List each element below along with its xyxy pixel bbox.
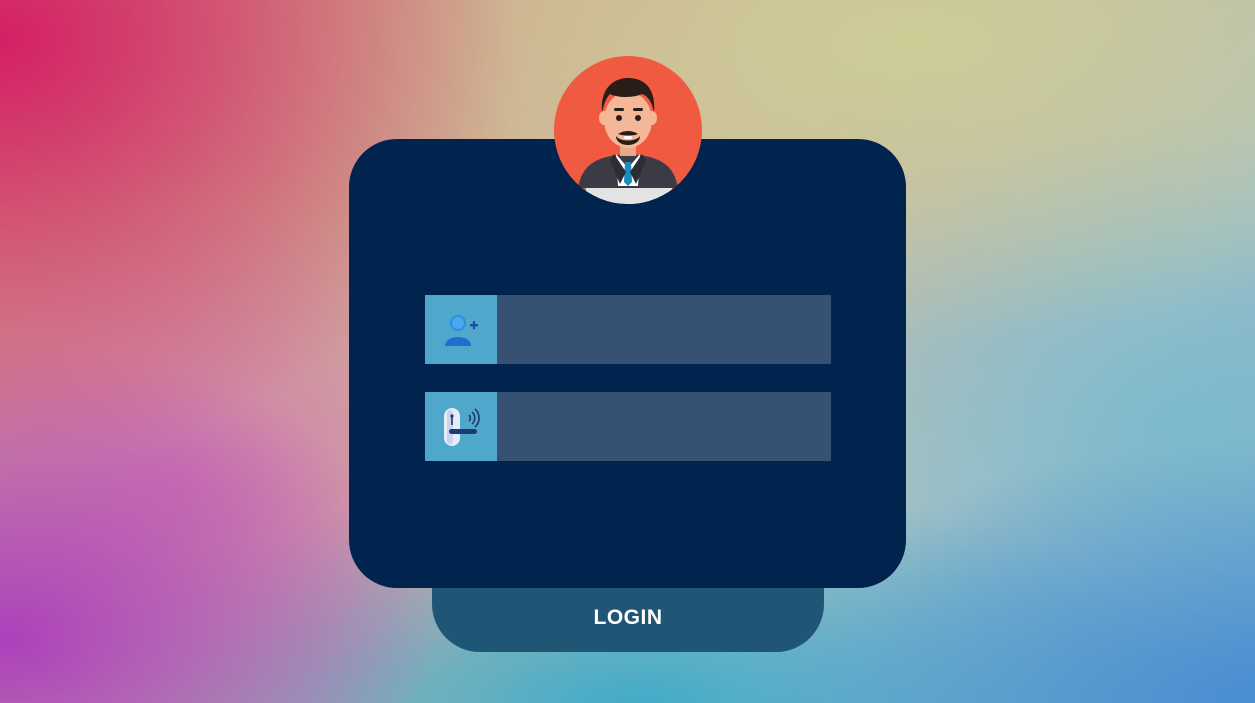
door-handle-key-icon (444, 407, 480, 446)
password-input[interactable] (497, 392, 831, 461)
password-field-row (425, 392, 831, 461)
businessman-avatar-icon (578, 78, 678, 204)
user-add-icon (445, 314, 478, 346)
username-field-row (425, 295, 831, 364)
password-icon-cell (425, 392, 497, 461)
avatar (554, 56, 702, 204)
username-input[interactable] (497, 295, 831, 364)
login-button-label: LOGIN (593, 606, 663, 629)
username-icon-cell (425, 295, 497, 364)
